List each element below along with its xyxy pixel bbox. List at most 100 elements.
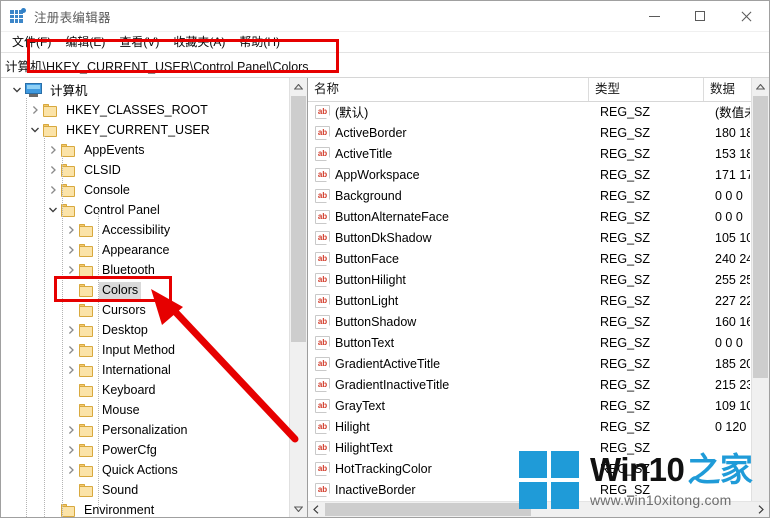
value-data-cell: 0 0 0 <box>715 209 743 224</box>
list-scroll-thumb[interactable] <box>753 96 768 378</box>
hscroll-thumb[interactable] <box>325 503 531 516</box>
table-row[interactable]: ab ButtonDkShadow REG_SZ 105 10 <box>308 227 750 248</box>
scroll-up-icon[interactable] <box>290 78 307 95</box>
chevron-right-icon[interactable] <box>45 182 61 198</box>
string-value-icon: ab <box>315 125 330 140</box>
column-header-name[interactable]: 名称 <box>308 78 589 101</box>
value-type-cell: REG_SZ <box>600 125 651 140</box>
chevron-right-icon[interactable] <box>63 242 79 258</box>
table-row[interactable]: ab GradientInactiveTitle REG_SZ 215 23 <box>308 374 750 395</box>
list-horizontal-scrollbar[interactable] <box>308 501 769 517</box>
value-type-cell: REG_SZ <box>600 230 651 245</box>
value-name-cell: GradientActiveTitle <box>335 356 441 371</box>
chevron-down-icon[interactable] <box>9 82 25 98</box>
table-row[interactable]: ab ButtonShadow REG_SZ 160 16 <box>308 311 750 332</box>
value-name-cell: ButtonAlternateFace <box>335 209 449 224</box>
chevron-right-icon[interactable] <box>63 422 79 438</box>
tree-item-label: Appearance <box>102 242 170 257</box>
chevron-right-icon[interactable] <box>45 142 61 158</box>
column-header-type[interactable]: 类型 <box>589 78 704 101</box>
menu-bar: 文件(F) 编辑(E) 查看(V) 收藏夹(A) 帮助(H) <box>1 32 769 52</box>
address-bar[interactable]: 计算机\HKEY_CURRENT_USER\Control Panel\Colo… <box>1 52 769 78</box>
chevron-right-icon[interactable] <box>63 442 79 458</box>
tree-guide-line <box>98 210 99 510</box>
value-type-cell: REG_SZ <box>600 209 651 224</box>
chevron-right-icon[interactable] <box>63 262 79 278</box>
value-type-cell: REG_SZ <box>600 356 651 371</box>
folder-icon <box>79 343 94 357</box>
chevron-right-icon[interactable] <box>63 462 79 478</box>
minimize-button[interactable] <box>631 1 677 31</box>
registry-tree-pane: 计算机 HKEY_CLASSES_ROOT HKEY_CURRENT_USER App… <box>1 78 308 517</box>
scroll-right-icon[interactable] <box>753 502 769 517</box>
tree-item-label: Quick Actions <box>102 462 178 477</box>
menu-view[interactable]: 查看(V) <box>112 31 166 53</box>
value-name-cell: HotTrackingColor <box>335 461 432 476</box>
table-row[interactable]: ab HotTrackingColor REG_SZ <box>308 458 750 479</box>
table-row[interactable]: ab ActiveTitle REG_SZ 153 18 <box>308 143 750 164</box>
tree-item-hkey-classes-root[interactable]: HKEY_CLASSES_ROOT <box>1 100 288 120</box>
value-name-cell: ActiveTitle <box>335 146 393 161</box>
chevron-right-icon[interactable] <box>63 322 79 338</box>
list-scroll-up-icon[interactable] <box>752 78 769 95</box>
chevron-right-icon[interactable] <box>63 342 79 358</box>
table-row[interactable]: ab Background REG_SZ 0 0 0 <box>308 185 750 206</box>
table-row[interactable]: ab InactiveBorder REG_SZ <box>308 479 750 500</box>
chevron-right-icon[interactable] <box>63 222 79 238</box>
table-row[interactable]: ab HilightText REG_SZ <box>308 437 750 458</box>
close-button[interactable] <box>723 1 769 31</box>
folder-icon <box>79 423 94 437</box>
tree-item-[interactable]: 计算机 <box>1 80 288 100</box>
registry-editor-window: 注册表编辑器 文件(F) 编辑(E) 查看(V) 收藏夹(A) 帮助(H) 计算… <box>0 0 770 518</box>
table-row[interactable]: ab ButtonText REG_SZ 0 0 0 <box>308 332 750 353</box>
table-row[interactable]: ab ButtonLight REG_SZ 227 22 <box>308 290 750 311</box>
table-row[interactable]: ab ButtonAlternateFace REG_SZ 0 0 0 <box>308 206 750 227</box>
tree-guide-line <box>62 156 63 517</box>
scroll-down-icon[interactable] <box>290 500 307 517</box>
maximize-button[interactable] <box>677 1 723 31</box>
table-row[interactable]: ab GradientActiveTitle REG_SZ 185 20 <box>308 353 750 374</box>
menu-help[interactable]: 帮助(H) <box>232 31 287 53</box>
tree-item-label: Colors <box>99 281 142 299</box>
value-data-cell: 215 23 <box>715 377 750 392</box>
tree-item-label: Desktop <box>102 322 148 337</box>
value-type-cell: REG_SZ <box>600 377 651 392</box>
minimize-icon <box>648 15 660 17</box>
string-value-icon: ab <box>315 146 330 161</box>
table-row[interactable]: ab ButtonHilight REG_SZ 255 25 <box>308 269 750 290</box>
value-data-cell: 105 10 <box>715 230 750 245</box>
scroll-left-icon[interactable] <box>308 502 324 517</box>
tree-item-label: Bluetooth <box>102 262 155 277</box>
table-row[interactable]: ab (默认) REG_SZ (数值未 <box>308 101 750 122</box>
table-row[interactable]: ab ButtonFace REG_SZ 240 24 <box>308 248 750 269</box>
table-row[interactable]: ab AppWorkspace REG_SZ 171 17 <box>308 164 750 185</box>
menu-favorites[interactable]: 收藏夹(A) <box>166 31 232 53</box>
tree-vertical-scrollbar[interactable] <box>289 78 307 517</box>
list-vertical-scrollbar[interactable] <box>751 78 769 501</box>
chevron-right-icon[interactable] <box>27 102 43 118</box>
value-data-cell: (数值未 <box>715 106 750 120</box>
chevron-down-icon[interactable] <box>45 202 61 218</box>
table-row[interactable]: ab GrayText REG_SZ 109 10 <box>308 395 750 416</box>
close-icon <box>741 11 752 22</box>
menu-file[interactable]: 文件(F) <box>5 31 58 53</box>
table-row[interactable]: ab ActiveBorder REG_SZ 180 18 <box>308 122 750 143</box>
chevron-right-icon[interactable] <box>45 162 61 178</box>
string-value-icon: ab <box>315 461 330 476</box>
tree-scroll-thumb[interactable] <box>291 96 306 342</box>
computer-icon <box>25 83 42 97</box>
menu-edit[interactable]: 编辑(E) <box>58 31 112 53</box>
tree-item-label: Personalization <box>102 422 188 437</box>
value-type-cell: REG_SZ <box>600 335 651 350</box>
value-name-cell: ButtonHilight <box>335 272 406 287</box>
tree-item-label: HKEY_CURRENT_USER <box>66 122 210 137</box>
chevron-right-icon[interactable] <box>63 362 79 378</box>
table-row[interactable]: ab Hilight REG_SZ 0 120 <box>308 416 750 437</box>
tree-item-label: Keyboard <box>102 382 156 397</box>
value-name-cell: (默认) <box>335 106 369 120</box>
chevron-down-icon[interactable] <box>27 122 43 138</box>
string-value-icon: ab <box>315 251 330 266</box>
